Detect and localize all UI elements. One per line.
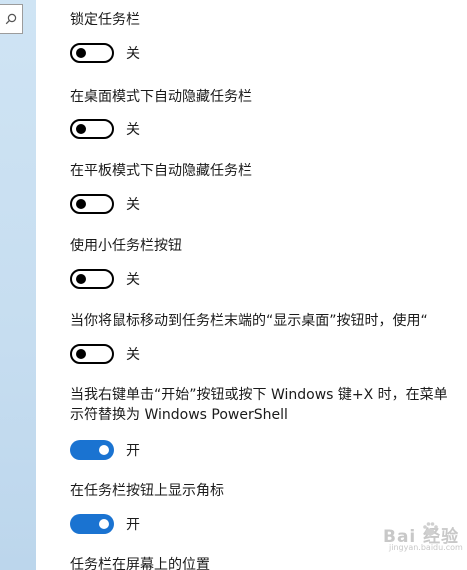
toggle-knob (99, 445, 109, 455)
autohide-desktop-toggle[interactable] (70, 119, 114, 139)
search-icon (5, 13, 17, 25)
setting-row-small-buttons: 关 (70, 269, 140, 289)
autohide-tablet-toggle[interactable] (70, 194, 114, 214)
paw-icon (423, 522, 438, 536)
toggle-knob (99, 519, 109, 529)
setting-label-peek-desktop: 当你将鼠标移动到任务栏末端的“显示桌面”按钮时，使用“ (70, 313, 428, 329)
watermark-url: jingyan.baidu.com (389, 543, 463, 552)
toggle-knob (76, 274, 86, 284)
lock-taskbar-toggle[interactable] (70, 43, 114, 63)
toggle-state-text: 开 (126, 443, 140, 459)
baidu-jingyan-watermark: Bai 经验 jingyan.baidu.com (383, 522, 463, 556)
peek-desktop-toggle[interactable] (70, 344, 114, 364)
toggle-knob (76, 349, 86, 359)
setting-label-lock-taskbar: 锁定任务栏 (70, 12, 140, 28)
setting-label-autohide-desktop: 在桌面模式下自动隐藏任务栏 (70, 89, 252, 105)
search-box[interactable] (0, 4, 23, 34)
setting-row-peek-desktop: 关 (70, 344, 140, 364)
setting-label-small-buttons: 使用小任务栏按钮 (70, 238, 182, 254)
toggle-knob (76, 48, 86, 58)
setting-label-powershell-line1: 当我右键单击“开始”按钮或按下 Windows 键+X 时，在菜单 (70, 387, 448, 403)
toggle-knob (76, 124, 86, 134)
setting-row-lock-taskbar: 关 (70, 43, 140, 63)
small-buttons-toggle[interactable] (70, 269, 114, 289)
powershell-toggle[interactable] (70, 440, 114, 460)
toggle-knob (76, 199, 86, 209)
setting-row-autohide-desktop: 关 (70, 119, 140, 139)
setting-label-taskbar-position: 任务栏在屏幕上的位置 (70, 557, 210, 570)
toggle-state-text: 关 (126, 46, 140, 62)
badges-toggle[interactable] (70, 514, 114, 534)
setting-row-autohide-tablet: 关 (70, 194, 140, 214)
setting-label-badges: 在任务栏按钮上显示角标 (70, 483, 224, 499)
left-panel-strip (0, 0, 36, 570)
setting-label-powershell-line2: 示符替换为 Windows PowerShell (70, 407, 288, 423)
setting-label-autohide-tablet: 在平板模式下自动隐藏任务栏 (70, 163, 252, 179)
toggle-state-text: 开 (126, 517, 140, 533)
taskbar-settings-list: 锁定任务栏 关 在桌面模式下自动隐藏任务栏 关 在平板模式下自动隐藏任务栏 关 … (70, 0, 467, 570)
toggle-state-text: 关 (126, 347, 140, 363)
toggle-state-text: 关 (126, 122, 140, 138)
setting-row-powershell: 开 (70, 440, 140, 460)
setting-row-badges: 开 (70, 514, 140, 534)
toggle-state-text: 关 (126, 197, 140, 213)
toggle-state-text: 关 (126, 272, 140, 288)
